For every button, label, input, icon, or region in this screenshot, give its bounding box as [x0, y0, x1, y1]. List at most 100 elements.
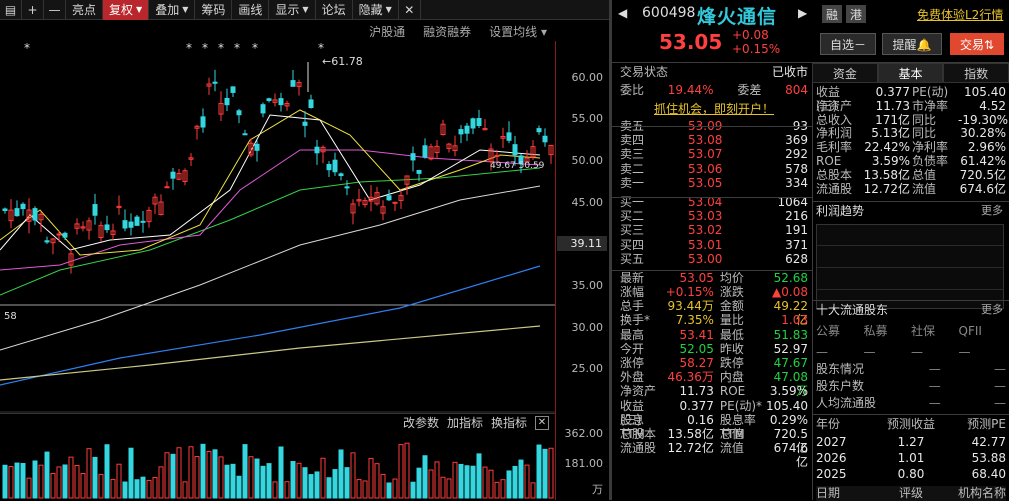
edit-params-button[interactable]: 改参数	[403, 414, 439, 431]
stat-label: 换手*	[620, 313, 651, 328]
fund-value: 674.6亿	[959, 181, 1006, 196]
add-indicator-button[interactable]: 加指标	[447, 414, 483, 431]
prev-stock-icon[interactable]: ◀	[618, 6, 627, 20]
level-price: 53.05	[688, 175, 723, 190]
y-tick: 25.00	[571, 362, 604, 375]
forecast-year: 2027	[816, 435, 847, 449]
volume-bar	[422, 455, 428, 499]
candle-body	[242, 133, 248, 136]
fund-value: 11.73	[875, 98, 910, 113]
watchlist-button[interactable]: 自选－	[820, 33, 876, 55]
candle-body	[260, 104, 266, 114]
toolbar-button[interactable]: 叠加 ▼	[149, 0, 196, 20]
close-icon[interactable]: ✕	[399, 0, 421, 20]
holder-stat-value: —	[928, 362, 941, 376]
forecast-row: 2027 1.27 42.77	[816, 435, 1006, 450]
forecast-eps: 0.80	[897, 467, 925, 481]
hk-connect-link[interactable]: 沪股通	[369, 23, 405, 40]
col-public-fund: 公募	[816, 324, 841, 338]
tab-index[interactable]: 指数	[943, 63, 1009, 83]
level-label: 买五	[620, 251, 645, 266]
stat-row: 外盘 46.36万 内盘 47.08万	[620, 370, 808, 398]
trade-button[interactable]: 交易⇅	[950, 33, 1004, 55]
level-volume: 292	[785, 147, 808, 162]
margin-trading-link[interactable]: 融资融券	[423, 23, 471, 40]
candle-body	[62, 232, 68, 238]
profit-trend-title: 利润趋势	[816, 204, 865, 218]
volume-bar	[38, 464, 44, 499]
divider	[812, 414, 1009, 415]
stat-label: 最高	[620, 327, 645, 342]
candle-body	[344, 186, 350, 189]
change-value: +0.08	[732, 28, 769, 42]
stat-label: PE(动)*	[719, 398, 763, 413]
order-book: 交易状态 已收市 委比 19.44% 委差 804 抓住机会，即刻开户！ 卖五 5…	[612, 63, 812, 469]
holders-values: — — — —	[816, 345, 1006, 360]
y-tick: 50.00	[571, 154, 604, 167]
volume-bar	[476, 453, 482, 499]
stat-value: 0.29%	[769, 412, 808, 427]
candle-body	[104, 224, 110, 231]
fund-value: 105.40	[964, 85, 1006, 99]
volume-bar	[446, 478, 452, 499]
volume-bar	[218, 456, 224, 499]
stat-label: ROE	[719, 384, 746, 399]
divider	[612, 270, 812, 271]
profit-trend-more-link[interactable]: 更多	[981, 202, 1003, 220]
holder-stat-label: 人均流通股	[816, 396, 877, 410]
toolbar-button[interactable]: ▤	[0, 0, 22, 20]
candle-body	[536, 128, 542, 133]
quote-stats: 最新 53.05 均价 52.68 涨幅 +0.15% 涨跌 ▲0.08 总手 93.44万 金额 4…	[620, 271, 808, 469]
stat-value: 11.73	[679, 384, 714, 399]
switch-indicator-button[interactable]: 换指标	[491, 414, 527, 431]
candle-body	[230, 86, 236, 93]
stat-label: 收益(三)	[620, 398, 645, 427]
stock-code: 600498	[642, 5, 696, 21]
toolbar-button[interactable]: —	[44, 0, 66, 20]
stat-label: 涨停	[620, 356, 645, 370]
volume-bar	[182, 481, 188, 499]
hk-badge[interactable]: 港	[846, 5, 866, 23]
level-price: 53.06	[688, 161, 723, 176]
stat-row: 净资产 11.73 ROE 3.59%	[620, 384, 808, 398]
alert-button[interactable]: 提醒🔔	[882, 33, 942, 55]
next-stock-icon[interactable]: ▶	[798, 6, 807, 20]
candle-body	[542, 135, 548, 143]
toolbar-button[interactable]: 论坛	[316, 0, 353, 20]
toolbar-button[interactable]: 画线	[232, 0, 270, 20]
volume-bar	[536, 444, 542, 499]
volume-bar	[92, 456, 98, 499]
volume-bar	[512, 465, 518, 499]
tab-capital[interactable]: 资金	[812, 63, 878, 83]
ma-settings-dropdown[interactable]: 设置均线 ▾	[489, 23, 547, 40]
tab-basic[interactable]: 基本	[877, 63, 944, 83]
volume-bar	[302, 467, 308, 499]
kline-chart[interactable]: * * * * * * *←61.785849.67 50.59	[0, 40, 555, 500]
toolbar-button[interactable]: +	[22, 0, 44, 20]
l2-trial-link[interactable]: 免费体验L2行情	[917, 6, 1003, 23]
holders-more-link[interactable]: 更多	[981, 301, 1003, 319]
toolbar-button[interactable]: 亮点	[66, 0, 104, 20]
close-icon[interactable]: ✕	[535, 415, 549, 430]
column-divider	[812, 62, 813, 500]
fund-value: 30.28%	[960, 126, 1006, 141]
stat-label: 昨收	[719, 341, 744, 356]
quote-header: ◀ 600498 烽火通信 ▶ 融 港 免费体验L2行情	[612, 0, 1009, 28]
toolbar-button[interactable]: 筹码	[195, 0, 233, 20]
volume-bar	[350, 452, 356, 499]
candle-body	[20, 203, 26, 210]
price-change: +0.08 +0.15%	[732, 28, 780, 56]
fund-label: 净利率	[912, 140, 949, 155]
toolbar-button[interactable]: 隐藏 ▼	[353, 0, 399, 20]
fund-row: ROE 3.59% 负债率 61.42%	[816, 154, 1006, 169]
candle-body	[236, 110, 242, 116]
open-account-link[interactable]: 抓住机会，即刻开户！	[654, 99, 774, 119]
volume-bar	[368, 457, 374, 499]
toolbar-button[interactable]: 显示 ▼	[269, 0, 316, 20]
volume-bar	[158, 466, 164, 499]
candle-body	[410, 153, 416, 161]
toolbar-button[interactable]: 复权 ▼	[103, 0, 150, 20]
margin-badge[interactable]: 融	[822, 5, 842, 23]
stat-value: 46.36万	[667, 370, 714, 385]
volume-bar	[98, 473, 104, 499]
